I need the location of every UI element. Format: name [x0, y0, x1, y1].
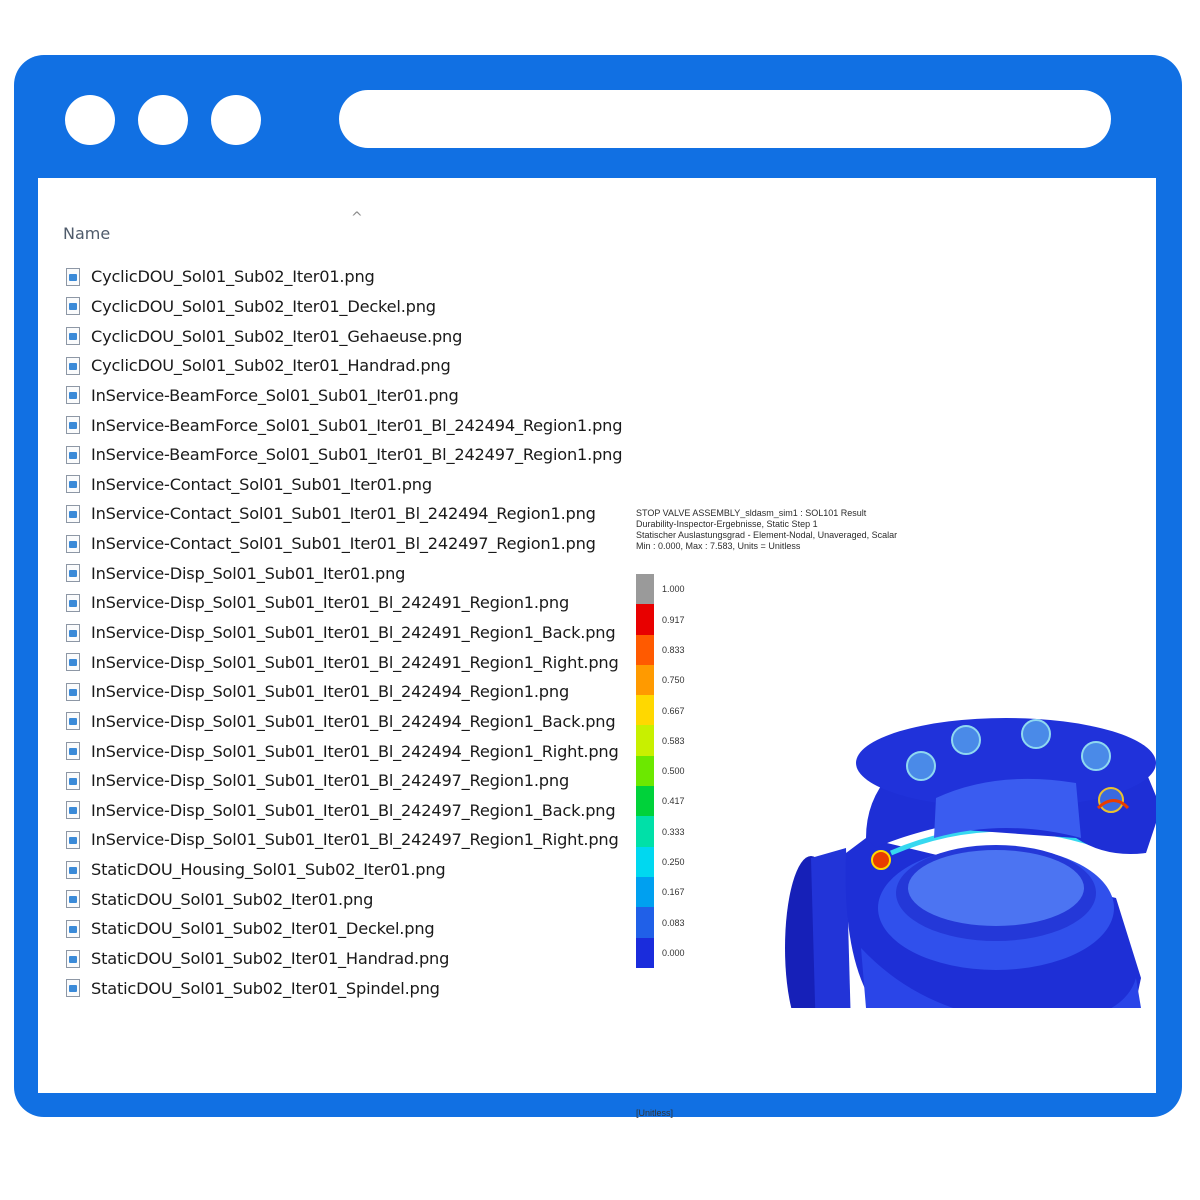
png-file-icon	[66, 356, 80, 375]
file-name: InService-Disp_Sol01_Sub01_Iter01_Bl_242…	[91, 593, 570, 613]
file-list-item[interactable]: InService-BeamForce_Sol01_Sub01_Iter01_B…	[66, 440, 623, 470]
file-name: InService-BeamForce_Sol01_Sub01_Iter01_B…	[91, 415, 623, 435]
png-file-icon	[66, 623, 80, 642]
png-file-icon	[66, 979, 80, 998]
png-file-icon	[66, 534, 80, 553]
file-list-item[interactable]: InService-Disp_Sol01_Sub01_Iter01_Bl_242…	[66, 677, 622, 707]
file-name: StaticDOU_Sol01_Sub02_Iter01_Spindel.png	[91, 978, 440, 998]
png-file-icon	[66, 445, 80, 464]
file-name: InService-Contact_Sol01_Sub01_Iter01_Bl_…	[91, 534, 596, 554]
file-list-item[interactable]: CyclicDOU_Sol01_Sub02_Iter01.png	[66, 262, 622, 292]
file-list-item[interactable]: InService-Disp_Sol01_Sub01_Iter01_Bl_242…	[66, 618, 622, 648]
valve-seat-highlight	[908, 850, 1084, 926]
address-bar[interactable]	[339, 90, 1111, 148]
png-file-icon	[66, 593, 80, 612]
png-file-icon	[66, 801, 80, 820]
file-name: InService-BeamForce_Sol01_Sub01_Iter01_B…	[91, 445, 623, 465]
png-file-icon	[66, 949, 80, 968]
file-name: InService-Disp_Sol01_Sub01_Iter01_Bl_242…	[91, 800, 616, 820]
file-name: InService-Disp_Sol01_Sub01_Iter01.png	[91, 563, 406, 583]
file-name: InService-Contact_Sol01_Sub01_Iter01_Bl_…	[91, 504, 596, 524]
png-file-icon	[66, 890, 80, 909]
file-list-item[interactable]: InService-Disp_Sol01_Sub01_Iter01_Bl_242…	[66, 825, 622, 855]
file-list-item[interactable]: InService-Disp_Sol01_Sub01_Iter01_Bl_242…	[66, 588, 622, 618]
window-control-dot[interactable]	[211, 95, 261, 145]
file-list-item[interactable]: StaticDOU_Sol01_Sub02_Iter01_Deckel.png	[66, 914, 622, 944]
png-file-icon	[66, 682, 80, 701]
file-list-item[interactable]: InService-Contact_Sol01_Sub01_Iter01_Bl_…	[66, 529, 622, 559]
file-name: InService-Contact_Sol01_Sub01_Iter01.png	[91, 474, 432, 494]
file-name: StaticDOU_Sol01_Sub02_Iter01_Deckel.png	[91, 919, 435, 939]
png-file-icon	[66, 416, 80, 435]
file-list-item[interactable]: InService-Disp_Sol01_Sub01_Iter01_Bl_242…	[66, 736, 622, 766]
simulation-result-preview: STOP VALVE ASSEMBLY_sldasm_sim1 : SOL101…	[636, 508, 1156, 1118]
file-list-item[interactable]: InService-Contact_Sol01_Sub01_Iter01_Bl_…	[66, 499, 622, 529]
file-name: InService-Disp_Sol01_Sub01_Iter01_Bl_242…	[91, 623, 616, 642]
file-name: InService-Disp_Sol01_Sub01_Iter01_Bl_242…	[91, 652, 619, 672]
browser-window-frame: Name ^ CyclicDOU_Sol01_Sub02_Iter01.png C…	[14, 55, 1182, 1118]
file-list-item[interactable]: InService-Contact_Sol01_Sub01_Iter01.png	[66, 469, 622, 499]
bolt-hole	[951, 725, 981, 755]
png-file-icon	[66, 564, 80, 583]
file-name: InService-Disp_Sol01_Sub01_Iter01_Bl_242…	[91, 741, 619, 761]
file-list-item[interactable]: StaticDOU_Sol01_Sub02_Iter01_Spindel.png	[66, 973, 622, 1003]
file-name: CyclicDOU_Sol01_Sub02_Iter01_Gehaeuse.pn…	[91, 326, 463, 346]
png-file-icon	[66, 504, 80, 523]
file-name: CyclicDOU_Sol01_Sub02_Iter01_Handrad.png	[91, 356, 451, 376]
file-list-item[interactable]: InService-Disp_Sol01_Sub01_Iter01_Bl_242…	[66, 796, 622, 826]
bolt-hole	[1021, 719, 1051, 749]
png-file-icon	[66, 653, 80, 672]
png-file-icon	[66, 860, 80, 879]
png-file-icon	[66, 742, 80, 761]
png-file-icon	[66, 386, 80, 405]
file-name: InService-Disp_Sol01_Sub01_Iter01_Bl_242…	[91, 682, 570, 702]
file-list-item[interactable]: StaticDOU_Housing_Sol01_Sub02_Iter01.png	[66, 855, 622, 885]
file-list-item[interactable]: CyclicDOU_Sol01_Sub02_Iter01_Handrad.png	[66, 351, 622, 381]
window-content: Name ^ CyclicDOU_Sol01_Sub02_Iter01.png C…	[38, 178, 1156, 1118]
bolt-hole	[1081, 741, 1111, 771]
file-name: CyclicDOU_Sol01_Sub02_Iter01_Deckel.png	[91, 296, 436, 316]
file-name: InService-Disp_Sol01_Sub01_Iter01_Bl_242…	[91, 830, 619, 850]
png-file-icon	[66, 771, 80, 790]
file-name: InService-Disp_Sol01_Sub01_Iter01_Bl_242…	[91, 771, 570, 791]
file-list-item[interactable]: InService-Disp_Sol01_Sub01_Iter01_Bl_242…	[66, 647, 622, 677]
units-label: [Unitless]	[636, 1108, 674, 1118]
bolt-hole	[906, 751, 936, 781]
name-column-header[interactable]: Name	[63, 224, 110, 243]
file-list-item[interactable]: InService-Disp_Sol01_Sub01_Iter01.png	[66, 558, 622, 588]
png-file-icon	[66, 267, 80, 286]
file-list-item[interactable]: CyclicDOU_Sol01_Sub02_Iter01_Gehaeuse.pn…	[66, 321, 622, 351]
file-name: StaticDOU_Sol01_Sub02_Iter01_Handrad.png	[91, 949, 450, 969]
file-name: StaticDOU_Sol01_Sub02_Iter01.png	[91, 889, 374, 909]
file-list-item[interactable]: InService-BeamForce_Sol01_Sub01_Iter01_B…	[66, 410, 623, 440]
file-list-item[interactable]: InService-Disp_Sol01_Sub01_Iter01_Bl_242…	[66, 707, 622, 737]
png-file-icon	[66, 475, 80, 494]
file-list: CyclicDOU_Sol01_Sub02_Iter01.png CyclicDO…	[66, 262, 623, 1003]
file-list-item[interactable]: StaticDOU_Sol01_Sub02_Iter01.png	[66, 884, 622, 914]
window-control-dot[interactable]	[65, 95, 115, 145]
file-name: InService-Disp_Sol01_Sub01_Iter01_Bl_242…	[91, 711, 616, 731]
window-control-dot[interactable]	[138, 95, 188, 145]
valve-inlet-flange-face	[811, 848, 851, 1008]
file-list-item[interactable]: StaticDOU_Sol01_Sub02_Iter01_Handrad.png	[66, 944, 622, 974]
png-file-icon	[66, 297, 80, 316]
file-list-item[interactable]: InService-BeamForce_Sol01_Sub01_Iter01.p…	[66, 381, 622, 411]
file-list-item[interactable]: CyclicDOU_Sol01_Sub02_Iter01_Deckel.png	[66, 292, 622, 322]
png-file-icon	[66, 712, 80, 731]
png-file-icon	[66, 830, 80, 849]
sort-ascending-icon[interactable]: ^	[351, 210, 363, 226]
stress-hotspot	[871, 850, 891, 870]
file-name: CyclicDOU_Sol01_Sub02_Iter01.png	[91, 267, 375, 287]
png-file-icon	[66, 919, 80, 938]
file-name: StaticDOU_Housing_Sol01_Sub02_Iter01.png	[91, 860, 446, 880]
png-file-icon	[66, 327, 80, 346]
valve-model-render	[785, 718, 1156, 1008]
file-list-item[interactable]: InService-Disp_Sol01_Sub01_Iter01_Bl_242…	[66, 766, 622, 796]
file-name: InService-BeamForce_Sol01_Sub01_Iter01.p…	[91, 385, 459, 405]
